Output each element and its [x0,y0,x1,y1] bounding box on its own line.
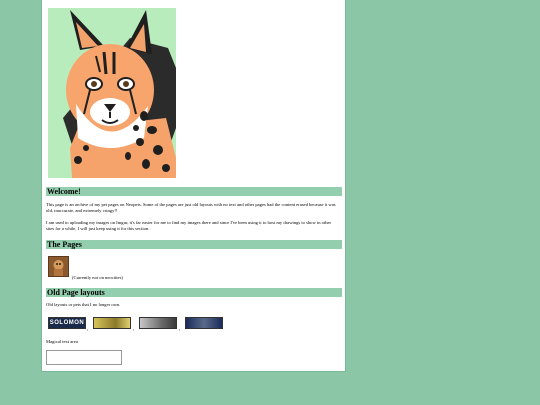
hero-lynx-illustration [48,8,176,178]
old-layouts-heading: Old Page layouts [46,288,342,297]
welcome-paragraph-1: This page is an archive of my pet pages … [46,202,336,213]
magical-text-area[interactable] [46,350,122,365]
separator-2: , [133,327,135,332]
layout-banner-2[interactable] [93,317,131,329]
content-panel: Welcome! This page is an archive of my p… [42,0,345,371]
lynx-illustration-svg [48,8,176,178]
welcome-heading: Welcome! [46,187,342,196]
welcome-paragraph-2: I am used to uploading my images on Imgu… [46,220,332,231]
layout-banner-1[interactable]: SOLOMON [48,317,86,329]
pages-heading: The Pages [46,240,342,249]
separator-3: , [179,327,181,332]
textarea-label: Magical text area [46,339,78,344]
layout-banner-1-label: SOLOMON [49,320,85,326]
pet-icon [49,257,68,276]
layout-banner-3[interactable] [139,317,177,329]
layout-banner-4[interactable] [185,317,223,329]
separator-1: , [87,327,89,332]
old-layouts-intro: Old layouts or pets that I no longer own… [46,302,121,307]
pet-availability-note: (Currently not on neocities) [72,275,123,280]
pet-thumbnail[interactable] [48,256,69,277]
